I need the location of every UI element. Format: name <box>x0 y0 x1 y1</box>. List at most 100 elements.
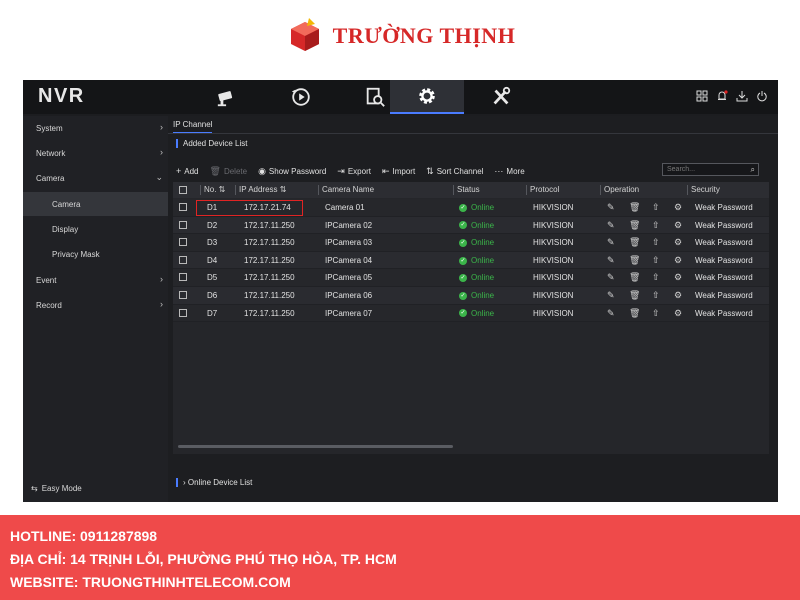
bell-icon[interactable] <box>716 90 728 102</box>
import-button[interactable]: ⇤ Import <box>382 166 415 177</box>
table-row[interactable]: D5 172.17.11.250 IPCamera 05 ✓ Online HIKVISI… <box>173 269 769 287</box>
edit-icon[interactable]: ✎ <box>607 202 615 212</box>
download-icon[interactable] <box>736 90 748 102</box>
table-row[interactable]: D3 172.17.11.250 IPCamera 03 ✓ Online HIKVISI… <box>173 234 769 252</box>
sidebar-subitem-camera[interactable]: Camera <box>23 192 168 216</box>
row-checkbox[interactable] <box>179 203 187 211</box>
edit-icon[interactable]: ✎ <box>607 237 615 247</box>
plus-icon: + <box>176 166 182 176</box>
column-header-ip-address[interactable]: IP Address ⇅ <box>235 185 286 195</box>
column-header-operation[interactable]: Operation <box>600 185 639 195</box>
cell-no: D2 <box>207 220 218 230</box>
select-all-checkbox[interactable] <box>179 186 187 194</box>
edit-icon[interactable]: ✎ <box>607 308 615 318</box>
grid-icon[interactable] <box>696 90 708 102</box>
delete-icon[interactable]: 🗑 <box>629 220 640 230</box>
column-header-no[interactable]: No. ⇅ <box>200 185 225 195</box>
cell-ip-address: 172.17.11.250 <box>244 255 295 265</box>
upgrade-icon[interactable]: ⇧ <box>652 237 660 247</box>
sort-channel-button[interactable]: ⇅ Sort Channel <box>426 166 483 177</box>
sidebar-item-label: Privacy Mask <box>52 249 100 259</box>
column-header-protocol[interactable]: Protocol <box>526 185 559 195</box>
upgrade-icon[interactable]: ⇧ <box>652 220 660 230</box>
search-input[interactable]: Search... ⌕ <box>662 163 759 176</box>
maintenance-tab[interactable] <box>464 80 538 114</box>
export-button[interactable]: ⇥ Export <box>337 166 371 177</box>
row-checkbox[interactable] <box>179 220 187 229</box>
settings-icon[interactable]: ⚙ <box>674 237 682 247</box>
settings-icon[interactable]: ⚙ <box>674 272 682 282</box>
sidebar-item-record[interactable]: Record › <box>23 293 168 317</box>
cell-security: Weak Password <box>695 273 753 283</box>
export-icon: ⇥ <box>337 165 345 176</box>
table-row[interactable]: D4 172.17.11.250 IPCamera 04 ✓ Online HIKVISI… <box>173 251 769 270</box>
delete-icon[interactable]: 🗑 <box>629 202 640 212</box>
chevron-down-icon: ⌄ <box>155 172 163 182</box>
table-row[interactable]: D6 172.17.11.250 IPCamera 06 ✓ Online HIKVISI… <box>173 287 769 305</box>
eye-icon: ◉ <box>258 165 266 176</box>
table-row[interactable]: D7 172.17.11.250 IPCamera 07 ✓ Online HIKVISI… <box>173 304 769 323</box>
main-panel: IP Channel Added Device List + Add 🗑 Delet… <box>168 116 778 502</box>
cell-status: ✓ Online <box>459 308 495 318</box>
settings-icon[interactable]: ⚙ <box>674 220 682 230</box>
add-button[interactable]: + Add <box>176 166 199 176</box>
chevron-right-icon: › <box>160 147 163 157</box>
added-device-list-title: Added Device List <box>176 139 247 148</box>
row-checkbox[interactable] <box>179 255 187 264</box>
delete-icon[interactable]: 🗑 <box>629 290 640 300</box>
delete-icon[interactable]: 🗑 <box>629 255 640 265</box>
sidebar-item-event[interactable]: Event › <box>23 268 168 292</box>
configuration-tab[interactable] <box>390 80 464 114</box>
easy-mode-button[interactable]: ⇆ Easy Mode <box>31 484 82 493</box>
live-view-tab[interactable] <box>190 80 264 114</box>
delete-icon[interactable]: 🗑 <box>629 237 640 247</box>
upgrade-icon[interactable]: ⇧ <box>652 255 660 265</box>
sidebar-item-camera[interactable]: Camera ⌄ <box>23 166 168 190</box>
cell-camera-name: IPCamera 04 <box>325 255 373 265</box>
show-password-button[interactable]: ◉ Show Password <box>258 166 326 177</box>
horizontal-scrollbar[interactable] <box>178 445 453 448</box>
trash-icon: 🗑 <box>209 165 221 176</box>
sidebar-subitem-display[interactable]: Display <box>23 217 168 241</box>
row-checkbox[interactable] <box>179 308 187 317</box>
website-text: WEBSITE: TRUONGTHINHTELECOM.COM <box>10 574 291 590</box>
edit-icon[interactable]: ✎ <box>607 272 615 282</box>
upgrade-icon[interactable]: ⇧ <box>652 202 660 212</box>
settings-icon[interactable]: ⚙ <box>674 290 682 300</box>
cell-no: D5 <box>207 273 218 283</box>
column-header-status[interactable]: Status <box>453 185 480 195</box>
edit-icon[interactable]: ✎ <box>607 220 615 230</box>
settings-icon[interactable]: ⚙ <box>674 308 682 318</box>
search-icon[interactable]: ⌕ <box>751 165 755 175</box>
row-checkbox[interactable] <box>179 291 187 299</box>
settings-icon[interactable]: ⚙ <box>674 202 682 212</box>
delete-icon[interactable]: 🗑 <box>629 308 640 318</box>
tab-ip-channel[interactable]: IP Channel <box>173 120 213 134</box>
column-header-security[interactable]: Security <box>687 185 720 195</box>
online-device-list-toggle[interactable]: › Online Device List <box>176 478 252 487</box>
camera-icon <box>217 91 233 107</box>
table-row[interactable]: D2 172.17.11.250 IPCamera 02 ✓ Online HIKVISI… <box>173 216 769 235</box>
delete-button[interactable]: 🗑 Delete <box>210 166 248 177</box>
upgrade-icon[interactable]: ⇧ <box>652 290 660 300</box>
cell-status: ✓ Online <box>459 255 495 265</box>
more-button[interactable]: ··· More <box>494 166 524 176</box>
upgrade-icon[interactable]: ⇧ <box>652 272 660 282</box>
row-checkbox[interactable] <box>179 238 187 247</box>
edit-icon[interactable]: ✎ <box>607 255 615 265</box>
sidebar-item-network[interactable]: Network › <box>23 141 168 165</box>
row-checkbox[interactable] <box>179 273 187 282</box>
settings-icon[interactable]: ⚙ <box>674 255 682 265</box>
gear-icon <box>419 88 435 104</box>
cell-camera-name: IPCamera 06 <box>325 291 373 300</box>
power-icon[interactable] <box>756 90 768 102</box>
upgrade-icon[interactable]: ⇧ <box>652 308 660 318</box>
playback-tab[interactable] <box>264 80 338 114</box>
column-header-camera-name[interactable]: Camera Name <box>318 185 374 195</box>
sidebar-item-system[interactable]: System › <box>23 116 168 140</box>
nvr-logo: NVR <box>38 85 85 107</box>
sidebar-subitem-privacy-mask[interactable]: Privacy Mask <box>23 242 168 266</box>
sidebar-item-label: Display <box>52 224 79 234</box>
delete-icon[interactable]: 🗑 <box>629 272 640 282</box>
edit-icon[interactable]: ✎ <box>607 290 615 300</box>
